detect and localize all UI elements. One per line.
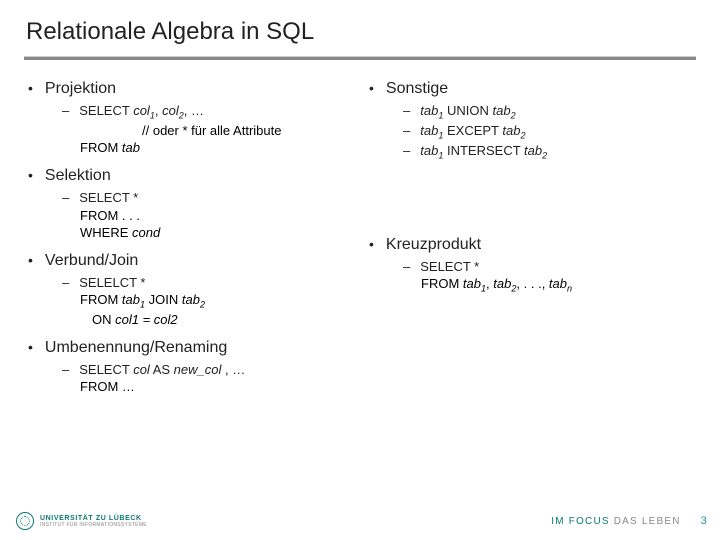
dash-icon: – bbox=[62, 102, 69, 120]
dash-icon: – bbox=[62, 189, 69, 207]
selektion-code1: SELECT * bbox=[79, 189, 138, 207]
university-text: UNIVERSITÄT ZU LÜBECK INSTITUT FÜR INFOR… bbox=[40, 515, 147, 528]
bullet-kreuz-label: Kreuzprodukt bbox=[386, 236, 481, 254]
umbenennung-code1: SELECT col AS new_col , … bbox=[79, 361, 245, 379]
kreuz-code1: SELECT * bbox=[420, 258, 479, 276]
selektion-code2: FROM . . . bbox=[62, 207, 355, 225]
bullet-sonstige-label: Sonstige bbox=[386, 80, 448, 98]
institute-name: INSTITUT FÜR INFORMATIONSSYSTEME bbox=[40, 523, 147, 528]
verbund-block: – SELELCT * FROM tab1 JOIN tab2 ON col1 … bbox=[24, 274, 355, 329]
bullet-selektion-label: Selektion bbox=[45, 167, 111, 185]
selektion-code3: WHERE cond bbox=[62, 224, 355, 242]
content-columns: • Projektion – SELECT col1, col2, … // o… bbox=[24, 78, 696, 406]
projektion-code1: SELECT col1, col2, … bbox=[79, 102, 204, 122]
kreuz-block: – SELECT * FROM tab1, tab2, . . ., tabn bbox=[365, 258, 696, 295]
bullet-umbenennung: • Umbenennung/Renaming bbox=[24, 339, 355, 357]
bullet-dot-icon: • bbox=[28, 81, 33, 95]
university-seal-icon bbox=[16, 512, 34, 530]
right-column: • Sonstige – tab1 UNION tab2 – tab1 EXCE… bbox=[365, 78, 696, 406]
university-name: UNIVERSITÄT ZU LÜBECK bbox=[40, 515, 147, 522]
bullet-verbund-label: Verbund/Join bbox=[45, 252, 138, 270]
dash-icon: – bbox=[62, 361, 69, 379]
slide: Relationale Algebra in SQL • Projektion … bbox=[0, 0, 720, 540]
footer: UNIVERSITÄT ZU LÜBECK INSTITUT FÜR INFOR… bbox=[0, 508, 720, 534]
dash-icon: – bbox=[403, 258, 410, 276]
dash-icon: – bbox=[403, 142, 410, 160]
university-logo: UNIVERSITÄT ZU LÜBECK INSTITUT FÜR INFOR… bbox=[16, 512, 147, 530]
bullet-selektion: • Selektion bbox=[24, 167, 355, 185]
sonstige-r2: – tab1 EXCEPT tab2 bbox=[403, 122, 696, 142]
kreuz-line1: – SELECT * bbox=[403, 258, 696, 276]
title-rule bbox=[24, 56, 696, 60]
bullet-verbund: • Verbund/Join bbox=[24, 252, 355, 270]
bullet-dot-icon: • bbox=[28, 340, 33, 354]
projektion-code2: // oder * für alle Attribute bbox=[62, 122, 355, 140]
bullet-kreuz: • Kreuzprodukt bbox=[365, 236, 696, 254]
bullet-projektion: • Projektion bbox=[24, 80, 355, 98]
bullet-dot-icon: • bbox=[28, 168, 33, 182]
umbenennung-code2: FROM … bbox=[62, 378, 355, 396]
sonstige-r3: – tab1 INTERSECT tab2 bbox=[403, 142, 696, 162]
sonstige-block: – tab1 UNION tab2 – tab1 EXCEPT tab2 – t… bbox=[365, 102, 696, 162]
dash-icon: – bbox=[403, 102, 410, 120]
umbenennung-line1: – SELECT col AS new_col , … bbox=[62, 361, 355, 379]
selektion-line1: – SELECT * bbox=[62, 189, 355, 207]
footer-motto: IM FOCUS DAS LEBEN 3 bbox=[551, 515, 708, 527]
spacer bbox=[365, 172, 696, 234]
verbund-code3: ON col1 = col2 bbox=[62, 311, 355, 329]
projektion-line1: – SELECT col1, col2, … bbox=[62, 102, 355, 122]
selektion-block: – SELECT * FROM . . . WHERE cond bbox=[24, 189, 355, 242]
bullet-dot-icon: • bbox=[369, 81, 374, 95]
verbund-line1: – SELELCT * bbox=[62, 274, 355, 292]
verbund-code2: FROM tab1 JOIN tab2 bbox=[62, 291, 355, 311]
slide-title: Relationale Algebra in SQL bbox=[24, 18, 696, 46]
left-column: • Projektion – SELECT col1, col2, … // o… bbox=[24, 78, 355, 406]
dash-icon: – bbox=[403, 122, 410, 140]
sonstige-r1: – tab1 UNION tab2 bbox=[403, 102, 696, 122]
umbenennung-block: – SELECT col AS new_col , … FROM … bbox=[24, 361, 355, 396]
projektion-code3: FROM tab bbox=[62, 139, 355, 157]
bullet-sonstige: • Sonstige bbox=[365, 80, 696, 98]
bullet-dot-icon: • bbox=[28, 253, 33, 267]
bullet-umbenennung-label: Umbenennung/Renaming bbox=[45, 339, 227, 357]
kreuz-code2: FROM tab1, tab2, . . ., tabn bbox=[403, 275, 696, 295]
page-number: 3 bbox=[701, 515, 708, 527]
dash-icon: – bbox=[62, 274, 69, 292]
verbund-code1: SELELCT * bbox=[79, 274, 145, 292]
bullet-dot-icon: • bbox=[369, 237, 374, 251]
bullet-projektion-label: Projektion bbox=[45, 80, 116, 98]
projektion-block: – SELECT col1, col2, … // oder * für all… bbox=[24, 102, 355, 157]
